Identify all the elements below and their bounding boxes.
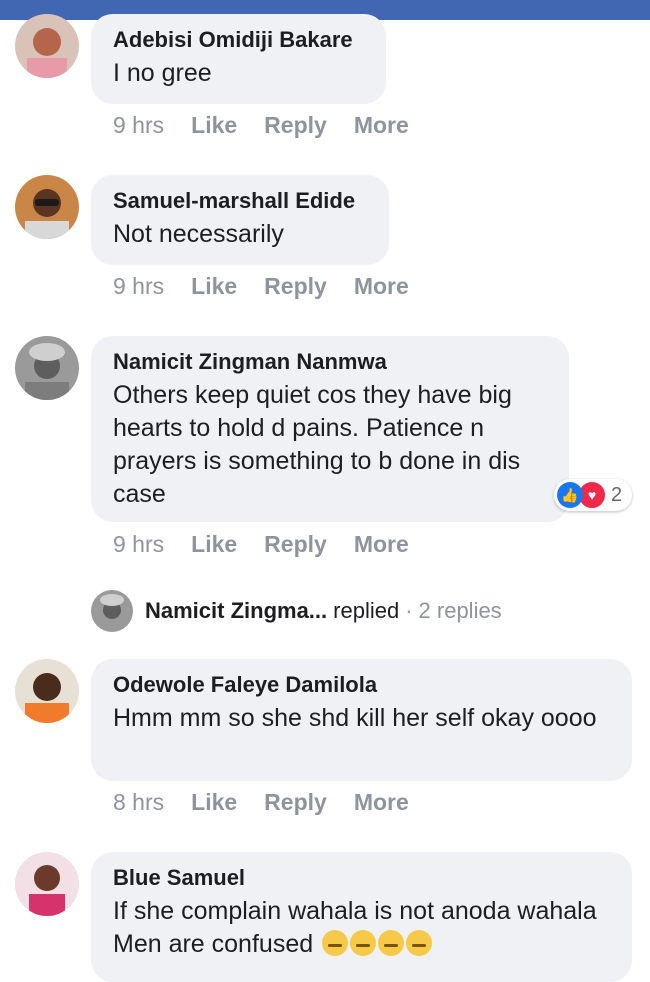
smirk-emoji-icon <box>350 930 377 956</box>
smirk-emoji-icon <box>406 930 433 956</box>
reply-link[interactable]: Reply <box>264 273 327 299</box>
reply-author: Namicit Zingma... <box>145 598 328 623</box>
comment-actions: 9 hrs Like Reply More <box>113 531 436 558</box>
comment-bubble: Adebisi Omidiji Bakare I no gree <box>91 14 386 104</box>
more-link[interactable]: More <box>354 273 409 299</box>
comment-text: Hmm mm so she shd kill her self okay ooo… <box>113 704 597 732</box>
comment-bubble: Odewole Faleye Damilola Hmm mm so she sh… <box>91 659 632 781</box>
commenter-name[interactable]: Blue Samuel <box>113 864 610 891</box>
commenter-name[interactable]: Samuel-marshall Edide <box>113 187 367 214</box>
view-replies-link[interactable]: Namicit Zingma... replied · 2 replies <box>91 590 502 632</box>
replied-label: replied <box>333 598 400 623</box>
reply-count: 2 replies <box>418 598 502 623</box>
expressionless-emoji-icon <box>322 930 349 956</box>
commenter-name[interactable]: Adebisi Omidiji Bakare <box>113 26 364 53</box>
commenter-name[interactable]: Namicit Zingman Nanmwa <box>113 348 547 375</box>
timestamp[interactable]: 9 hrs <box>113 112 164 138</box>
comment-actions: 9 hrs Like Reply More <box>113 112 436 139</box>
comment-text: If she complain wahala is not anoda waha… <box>113 895 610 961</box>
reply-link[interactable]: Reply <box>264 789 327 815</box>
like-link[interactable]: Like <box>191 112 237 138</box>
avatar[interactable] <box>15 175 79 239</box>
commenter-name[interactable]: Odewole Faleye Damilola <box>113 671 610 698</box>
comment-text: I no gree <box>113 59 212 87</box>
comment-bubble: Samuel-marshall Edide Not necessarily <box>91 175 389 265</box>
comment-bubble: Blue Samuel If she complain wahala is no… <box>91 852 632 982</box>
more-link[interactable]: More <box>354 112 409 138</box>
avatar[interactable] <box>15 852 79 916</box>
more-link[interactable]: More <box>354 789 409 815</box>
avatar[interactable] <box>15 336 79 400</box>
avatar[interactable] <box>15 14 79 78</box>
timestamp[interactable]: 9 hrs <box>113 531 164 557</box>
like-reaction-icon: 👍 <box>557 482 583 508</box>
comment-text: Not necessarily <box>113 220 284 248</box>
like-link[interactable]: Like <box>191 531 237 557</box>
comment-actions: 8 hrs Like Reply More <box>113 789 436 816</box>
timestamp[interactable]: 8 hrs <box>113 789 164 815</box>
comment-bubble: Namicit Zingman Nanmwa Others keep quiet… <box>91 336 569 522</box>
like-link[interactable]: Like <box>191 789 237 815</box>
smirk-emoji-icon <box>378 930 405 956</box>
reply-link[interactable]: Reply <box>264 531 327 557</box>
like-link[interactable]: Like <box>191 273 237 299</box>
reply-link[interactable]: Reply <box>264 112 327 138</box>
avatar[interactable] <box>15 659 79 723</box>
reply-avatar <box>91 590 133 632</box>
comment-actions: 9 hrs Like Reply More <box>113 273 436 300</box>
reaction-count: 2 <box>611 483 623 506</box>
timestamp[interactable]: 9 hrs <box>113 273 164 299</box>
separator: · <box>405 598 413 623</box>
reaction-summary[interactable]: 👍 ♥ 2 <box>554 479 632 511</box>
comment-text: Others keep quiet cos they have big hear… <box>113 381 521 508</box>
more-link[interactable]: More <box>354 531 409 557</box>
